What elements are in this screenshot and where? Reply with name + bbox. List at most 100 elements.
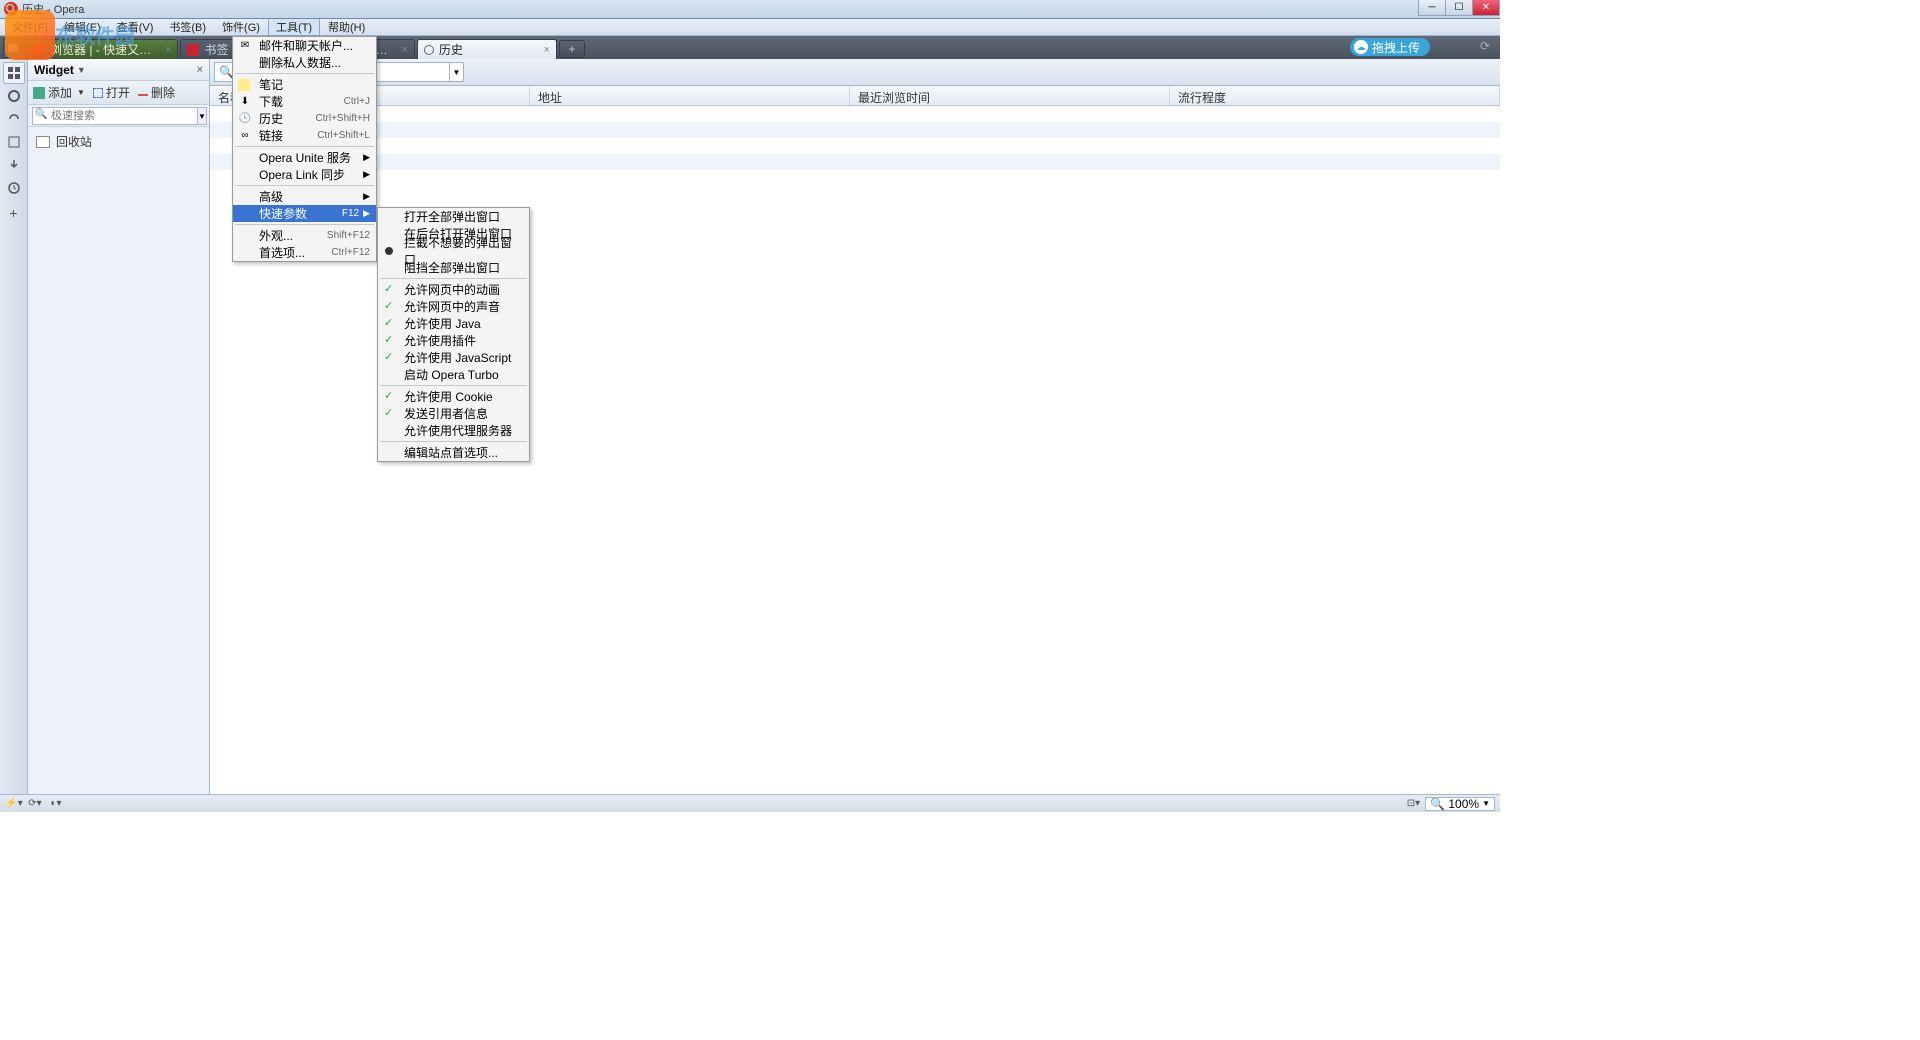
menu-edit[interactable]: 编辑(E) — [56, 18, 109, 36]
menu-separator — [235, 224, 374, 225]
menu-delete-private[interactable]: 删除私人数据... — [233, 54, 376, 71]
recycle-icon — [36, 136, 50, 148]
radio-icon — [385, 213, 393, 221]
rail-panels-button[interactable] — [3, 62, 25, 84]
widget-delete-button[interactable]: 删除 — [138, 84, 175, 101]
tab-label: 书签 — [204, 41, 228, 58]
filter-dropdown-button[interactable]: ▼ — [449, 63, 463, 81]
zoom-icon: 🔍 — [1430, 797, 1445, 811]
widget-close-button[interactable]: × — [197, 64, 203, 76]
menu-allow-javascript[interactable]: 允许使用 JavaScript — [378, 349, 529, 366]
menu-allow-plugins[interactable]: 允许使用插件 — [378, 332, 529, 349]
sb-sync-button[interactable]: ⟳▾ — [26, 797, 44, 811]
menu-view[interactable]: 查看(V) — [109, 18, 162, 36]
menu-allow-proxy[interactable]: 允许使用代理服务器 — [378, 422, 529, 439]
chevron-right-icon: ▶ — [363, 152, 370, 163]
widget-open-button[interactable]: 打开 — [93, 84, 130, 101]
radio-icon — [385, 230, 393, 238]
widget-search-input[interactable] — [32, 107, 198, 125]
widget-header[interactable]: Widget ▼ × — [28, 59, 209, 81]
menu-mail-accounts[interactable]: ✉邮件和聊天帐户... — [233, 37, 376, 54]
menu-notes[interactable]: 笔记 — [233, 76, 376, 93]
rail-history-button[interactable] — [3, 177, 25, 199]
close-button[interactable]: ✕ — [1472, 0, 1500, 16]
rail-add-button[interactable]: + — [3, 202, 25, 224]
rail-links-button[interactable] — [3, 108, 25, 130]
menu-send-referrer[interactable]: 发送引用者信息 — [378, 405, 529, 422]
menu-appearance[interactable]: 外观...Shift+F12 — [233, 227, 376, 244]
maximize-button[interactable]: ☐ — [1445, 0, 1473, 16]
widget-add-button[interactable]: 添加▼ — [33, 84, 85, 101]
tab-history[interactable]: 历史 × — [417, 39, 557, 59]
upload-button[interactable]: ☁ 拖拽上传 — [1350, 38, 1430, 56]
window-controls: ─ ☐ ✕ — [1419, 0, 1500, 16]
menu-file[interactable]: 文件(F) — [4, 18, 56, 36]
menu-allow-sound[interactable]: 允许网页中的声音 — [378, 298, 529, 315]
menu-help[interactable]: 帮助(H) — [320, 18, 373, 36]
menu-widgets[interactable]: 饰件(G) — [214, 18, 268, 36]
sb-fit-button[interactable]: ⊡▾ — [1404, 797, 1422, 811]
menu-block-unwanted-popups[interactable]: 拦截不想要的弹出窗口 — [378, 242, 529, 259]
tab-close-icon[interactable]: × — [165, 44, 171, 56]
panel-icon — [8, 44, 18, 52]
menu-downloads[interactable]: ⬇下载Ctrl+J — [233, 93, 376, 110]
menu-tools[interactable]: 工具(T) — [268, 18, 320, 36]
dropdown-arrow-icon: ▼ — [77, 65, 86, 75]
menu-links[interactable]: ∞链接Ctrl+Shift+L — [233, 127, 376, 144]
widget-title: Widget — [34, 63, 74, 77]
column-headers: 名称 地址 最近浏览时间 流行程度 — [210, 86, 1500, 106]
menu-block-all-popups[interactable]: 阻挡全部弹出窗口 — [378, 259, 529, 276]
menu-allow-animation[interactable]: 允许网页中的动画 — [378, 281, 529, 298]
rail-downloads-button[interactable] — [3, 154, 25, 176]
table-row — [210, 106, 1500, 122]
new-tab-button[interactable]: + — [559, 40, 585, 58]
menu-quick-prefs[interactable]: 快速参数F12▶ — [233, 205, 376, 222]
menu-open-all-popups[interactable]: 打开全部弹出窗口 — [378, 208, 529, 225]
col-recent[interactable]: 最近浏览时间 — [850, 86, 1170, 105]
widget-search-dropdown[interactable]: ▼ — [198, 107, 207, 125]
panel-toggle-button[interactable] — [3, 38, 23, 58]
tab-close-icon[interactable]: × — [401, 44, 407, 56]
rail-notes-button[interactable] — [3, 131, 25, 153]
menu-separator — [380, 441, 527, 442]
clock-icon: 🕓 — [238, 112, 252, 126]
cloud-icon: ☁ — [1354, 40, 1368, 54]
chevron-right-icon: ▶ — [363, 191, 370, 202]
col-popularity[interactable]: 流行程度 — [1170, 86, 1500, 105]
sync-button[interactable]: ⟳ — [1480, 39, 1496, 55]
opera-icon — [4, 2, 18, 16]
menu-unite[interactable]: Opera Unite 服务▶ — [233, 149, 376, 166]
widget-recycle-item[interactable]: 回收站 — [36, 133, 201, 150]
col-address[interactable]: 地址 — [530, 86, 850, 105]
statusbar-right: ⊡▾ 🔍 100% ▼ — [1404, 797, 1495, 811]
widget-search: ▼ — [28, 105, 209, 127]
menu-history[interactable]: 🕓历史Ctrl+Shift+H — [233, 110, 376, 127]
minimize-button[interactable]: ─ — [1418, 0, 1446, 16]
tab-browser-1[interactable]: 浏览器 | - 快速又安全... × — [26, 39, 178, 59]
menu-opera-turbo[interactable]: 启动 Opera Turbo — [378, 366, 529, 383]
menu-bookmarks[interactable]: 书签(B) — [161, 18, 214, 36]
menu-opera-link[interactable]: Opera Link 同步▶ — [233, 166, 376, 183]
widget-panel: Widget ▼ × 添加▼ 打开 删除 ▼ 回收站 — [28, 59, 210, 794]
check-icon — [384, 318, 396, 330]
gear-icon — [7, 89, 21, 103]
tab-close-icon[interactable]: × — [543, 44, 549, 56]
sb-unite-button[interactable]: ◐▾ — [47, 797, 65, 811]
plus-icon — [33, 87, 45, 99]
menu-site-prefs[interactable]: 编辑站点首选项... — [378, 444, 529, 461]
side-rail: + — [0, 59, 28, 794]
menu-allow-cookies[interactable]: 允许使用 Cookie — [378, 388, 529, 405]
menu-allow-java[interactable]: 允许使用 Java — [378, 315, 529, 332]
menu-preferences[interactable]: 首选项...Ctrl+F12 — [233, 244, 376, 261]
check-icon — [384, 301, 396, 313]
zoom-control[interactable]: 🔍 100% ▼ — [1425, 797, 1495, 811]
rail-widgets-button[interactable] — [3, 85, 25, 107]
widget-body: 回收站 — [28, 127, 209, 794]
sb-turbo-button[interactable]: ⚡▾ — [5, 797, 23, 811]
bookmark-icon — [187, 44, 199, 56]
table-row — [210, 122, 1500, 138]
menu-separator — [380, 278, 527, 279]
menu-advanced[interactable]: 高级▶ — [233, 188, 376, 205]
window-title: 历史 - Opera — [22, 1, 84, 17]
open-icon — [93, 88, 103, 98]
